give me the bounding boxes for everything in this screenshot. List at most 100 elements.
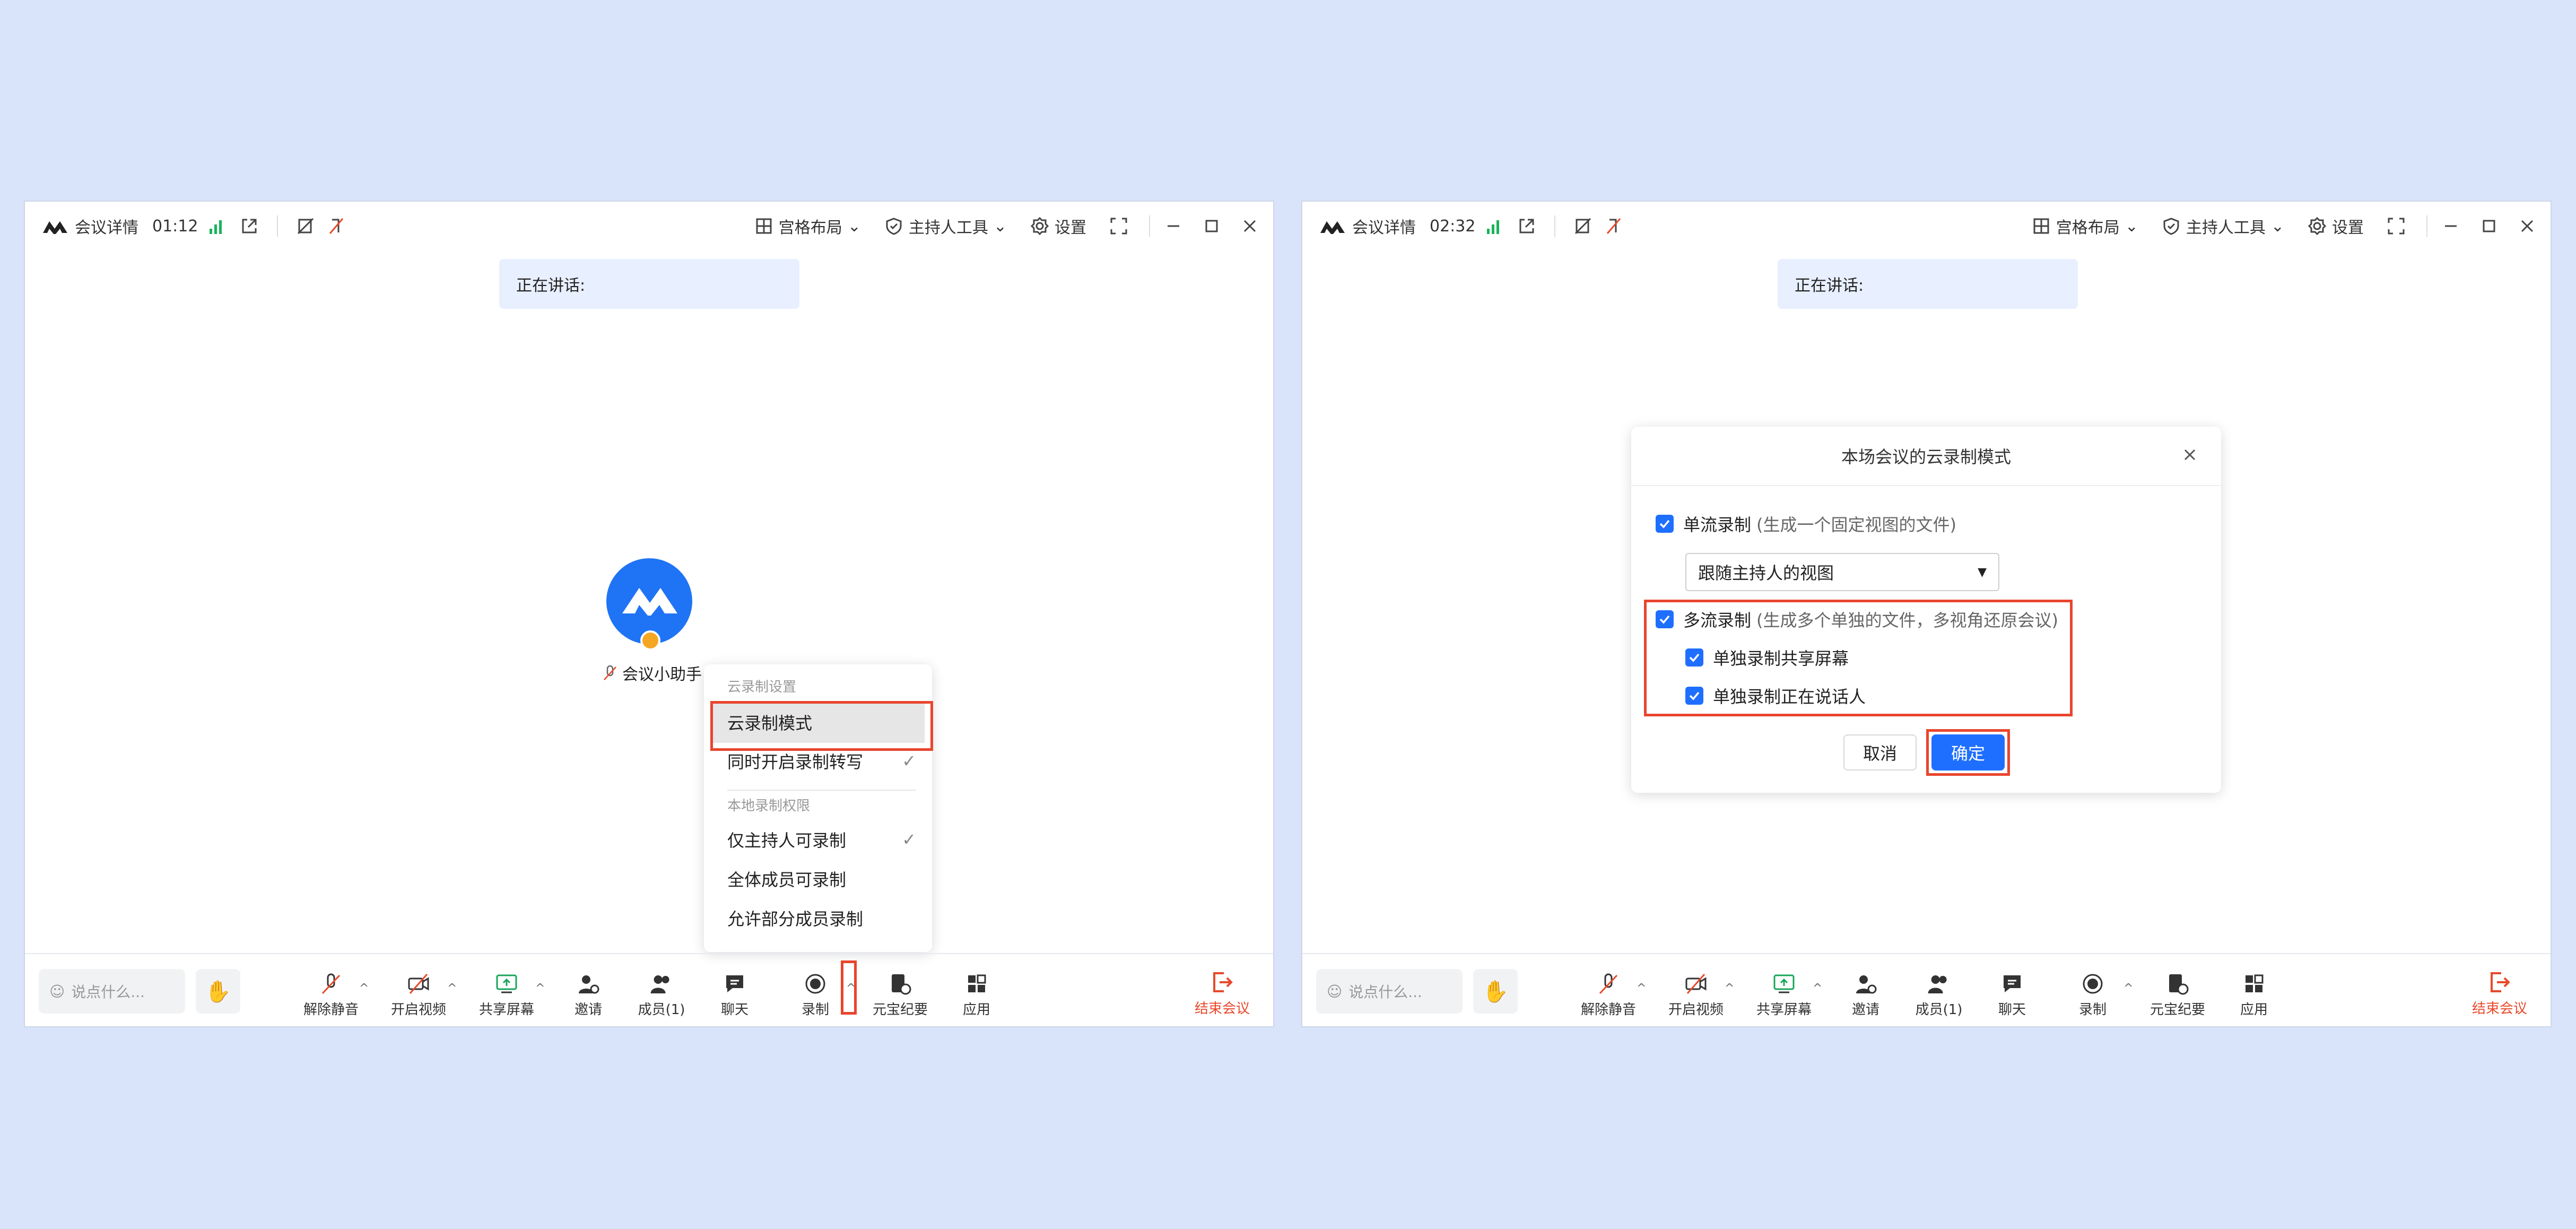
dialog-title: 本场会议的云录制模式 [1631,427,2221,486]
speaking-indicator: 正在讲话: [1778,259,2078,309]
summary-icon [891,974,911,995]
meeting-timer: 01:12 [152,217,198,236]
record-options-caret-icon[interactable]: ^ [2124,982,2133,995]
speaker-off-icon[interactable] [1604,217,1623,236]
unmute-button[interactable]: 解除静音 [1581,972,1636,1018]
network-signal-icon[interactable] [210,218,222,234]
meeting-window-2: 会议详情 02:32 宫格布局 ⌄ 主持人工具 ⌄ 设置 正在讲话: 本场会议的云录… [1301,201,2552,1027]
meeting-details-button[interactable]: 会议详情 [1352,214,1416,238]
share-screen-icon [496,974,517,993]
settings-button[interactable]: 设置 [2308,214,2364,238]
menu-item-all-members[interactable]: 全体成员可录制 [727,863,916,895]
grid-layout-button[interactable]: 宫格布局 ⌄ [2032,214,2138,238]
add-user-icon [1856,975,1877,994]
end-meeting-button[interactable]: 结束会议 [1195,970,1250,1017]
exit-icon [2490,972,2510,992]
start-video-button[interactable]: 开启视频 [1668,972,1724,1018]
title-bar: 会议详情 02:32 宫格布局 ⌄ 主持人工具 ⌄ 设置 [1302,202,2551,250]
video-off-icon [1685,974,1707,994]
record-icon [805,974,825,994]
emoji-icon: ☺ [49,982,65,1000]
mic-muted-icon [604,665,616,680]
annotation-box-record-caret [841,960,857,1015]
maximize-icon[interactable] [1204,219,1219,233]
chat-button[interactable]: 聊天 [721,972,749,1018]
members-button[interactable]: 成员(1) [1916,972,1962,1018]
record-button[interactable]: 录制 [802,972,829,1018]
menu-item-some-members[interactable]: 允许部分成员录制 [727,902,916,934]
apps-button[interactable]: 应用 [963,972,990,1018]
checkbox-checked-icon[interactable] [1656,515,1674,533]
exit-icon [1213,972,1233,992]
grid-layout-button[interactable]: 宫格布局 ⌄ [754,214,861,238]
video-options-caret-icon[interactable]: ^ [1725,982,1734,995]
gear-icon [1030,217,1049,236]
menu-section-local: 本地录制权限 [727,798,811,814]
mute-all-icon[interactable] [1573,217,1592,236]
shield-icon [886,218,902,235]
share-screen-button[interactable]: 共享屏幕 [1756,972,1812,1018]
settings-button[interactable]: 设置 [1030,214,1086,238]
tencent-meeting-logo-icon [1320,221,1345,234]
hand-icon: ✋ [1482,979,1509,1004]
annotation-box-cloud-mode [710,701,933,751]
chat-button[interactable]: 聊天 [1998,972,2026,1018]
fullscreen-icon[interactable] [2387,217,2405,235]
menu-item-host-only[interactable]: 仅主持人可录制 ✓ [727,824,916,855]
single-stream-option[interactable]: 单流录制 (生成一个固定视图的文件) [1656,512,1956,536]
maximize-icon[interactable] [2482,219,2496,233]
chat-icon [2003,975,2021,992]
minimize-icon[interactable] [1166,219,1181,233]
fullscreen-icon[interactable] [1110,217,1128,235]
members-button[interactable]: 成员(1) [638,972,685,1018]
grid-icon [756,218,772,234]
add-user-icon [578,975,599,994]
apps-icon [968,974,986,992]
summary-icon [2169,974,2189,995]
video-options-caret-icon[interactable]: ^ [447,982,457,995]
say-something-input[interactable]: ☺ 说点什么... [39,969,185,1014]
share-out-icon[interactable] [1517,217,1536,236]
unmute-options-caret-icon[interactable]: ^ [359,982,369,995]
share-screen-button[interactable]: 共享屏幕 [479,972,534,1018]
cloud-record-mode-dialog: 本场会议的云录制模式 单流录制 (生成一个固定视图的文件) 跟随主持人的视图 ▼ 多… [1631,427,2221,793]
end-meeting-button[interactable]: 结束会议 [2472,970,2527,1017]
raise-hand-button[interactable]: ✋ [1473,969,1518,1014]
record-button[interactable]: 录制 [2079,972,2107,1018]
close-icon[interactable] [2520,219,2535,233]
ai-summary-button[interactable]: 元宝纪要 [2150,972,2205,1018]
menu-section-cloud: 云录制设置 [727,679,797,695]
speaking-indicator: 正在讲话: [499,259,799,309]
start-video-button[interactable]: 开启视频 [391,972,446,1018]
mute-all-icon[interactable] [296,217,315,236]
share-out-icon[interactable] [240,217,259,236]
say-something-input[interactable]: ☺ 说点什么... [1316,969,1463,1014]
raise-hand-button[interactable]: ✋ [196,969,240,1014]
host-tools-button[interactable]: 主持人工具 ⌄ [2162,214,2284,238]
network-signal-icon[interactable] [1487,218,1500,234]
annotation-box-multi-stream [1644,600,2073,716]
cancel-button[interactable]: 取消 [1843,734,1917,771]
hand-icon: ✋ [205,979,231,1004]
emoji-icon: ☺ [1327,982,1343,1000]
host-tools-button[interactable]: 主持人工具 ⌄ [884,214,1007,238]
close-icon[interactable] [1242,219,1257,233]
unmute-options-caret-icon[interactable]: ^ [1637,982,1646,995]
video-off-icon [408,974,429,994]
bottom-toolbar: ☺ 说点什么... ✋ 解除静音 ^ 开启视频 ^ 共享屏幕 ^ 邀请 成员(1)… [1302,953,2551,1026]
meeting-window-1: 会议详情 01:12 宫格布局⌄ 主持人工具⌄ 设置 正在讲话: 会议小助手 [24,201,1274,1027]
gear-icon [2308,217,2327,236]
invite-button[interactable]: 邀请 [1852,972,1879,1018]
view-select-dropdown[interactable]: 跟随主持人的视图 ▼ [1685,553,1999,591]
unmute-button[interactable]: 解除静音 [303,972,359,1018]
speaker-off-icon[interactable] [327,217,346,236]
apps-button[interactable]: 应用 [2240,972,2268,1018]
share-options-caret-icon[interactable]: ^ [1813,982,1822,995]
close-icon[interactable] [2182,447,2198,463]
invite-button[interactable]: 邀请 [575,972,602,1018]
minimize-icon[interactable] [2443,219,2458,233]
meeting-details-button[interactable]: 会议详情 [75,214,138,238]
divider [2426,215,2427,237]
ai-summary-button[interactable]: 元宝纪要 [873,972,928,1018]
share-options-caret-icon[interactable]: ^ [535,982,545,995]
